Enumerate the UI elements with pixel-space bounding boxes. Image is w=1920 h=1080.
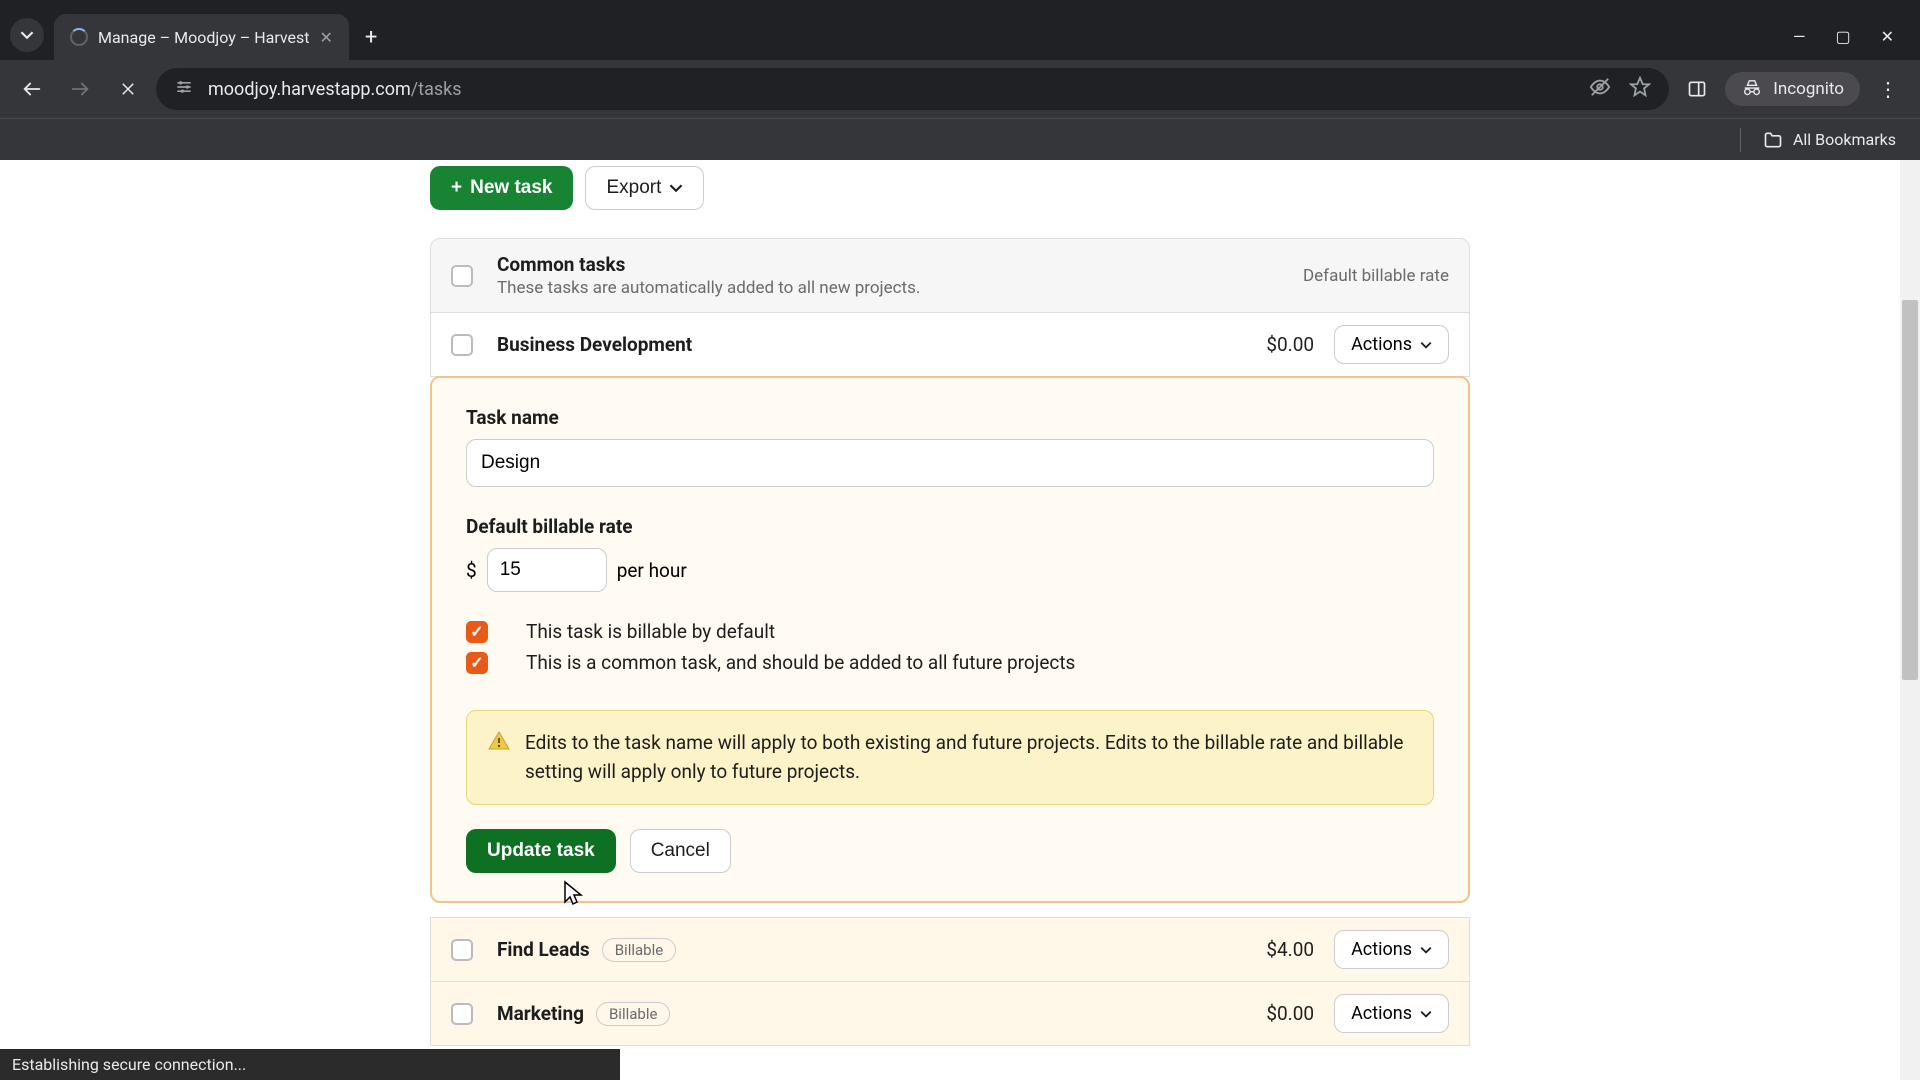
loading-spinner-icon bbox=[70, 28, 88, 46]
plus-icon: + bbox=[451, 177, 462, 199]
task-name-input[interactable] bbox=[466, 439, 1434, 487]
task-row: Marketing Billable $0.00 Actions bbox=[430, 982, 1470, 1046]
warning-icon bbox=[487, 729, 511, 753]
task-actions-button[interactable]: Actions bbox=[1334, 994, 1449, 1033]
chevron-down-icon bbox=[20, 28, 34, 42]
scrollbar-thumb[interactable] bbox=[1902, 300, 1918, 680]
task-name: Marketing bbox=[497, 1002, 584, 1025]
maximize-button[interactable]: ▢ bbox=[1835, 27, 1850, 46]
task-actions-button[interactable]: Actions bbox=[1334, 930, 1449, 969]
arrow-left-icon bbox=[21, 78, 43, 100]
arrow-right-icon bbox=[69, 78, 91, 100]
incognito-icon bbox=[1741, 78, 1763, 100]
common-task-checkbox-label: This is a common task, and should be add… bbox=[526, 651, 1075, 674]
per-hour-label: per hour bbox=[617, 559, 687, 582]
folder-icon bbox=[1763, 130, 1783, 150]
common-task-checkbox[interactable]: ✓ bbox=[466, 652, 488, 674]
billable-badge: Billable bbox=[602, 938, 676, 962]
chevron-down-icon bbox=[1420, 1008, 1432, 1020]
task-checkbox[interactable] bbox=[451, 334, 473, 356]
eye-off-icon[interactable] bbox=[1589, 76, 1611, 103]
browser-menu-button[interactable]: ⋮ bbox=[1868, 69, 1908, 109]
browser-titlebar: Manage – Moodjoy – Harvest ✕ + ― ▢ ✕ bbox=[0, 0, 1920, 60]
forward-button[interactable] bbox=[60, 69, 100, 109]
cancel-button[interactable]: Cancel bbox=[630, 829, 731, 873]
stop-reload-button[interactable] bbox=[108, 69, 148, 109]
browser-status-bar: Establishing secure connection... bbox=[0, 1049, 620, 1080]
side-panel-button[interactable] bbox=[1677, 69, 1717, 109]
warning-message: Edits to the task name will apply to bot… bbox=[466, 710, 1434, 805]
browser-toolbar: moodjoy.harvestapp.com/tasks Incognito ⋮ bbox=[0, 60, 1920, 118]
section-subtitle: These tasks are automatically added to a… bbox=[497, 278, 920, 298]
close-window-button[interactable]: ✕ bbox=[1881, 27, 1894, 46]
rate-input[interactable] bbox=[487, 548, 607, 592]
task-name: Find Leads bbox=[497, 938, 590, 961]
page-actions: + New task Export bbox=[430, 166, 1470, 210]
all-bookmarks-button[interactable]: All Bookmarks bbox=[1793, 130, 1896, 149]
bookmarks-bar: All Bookmarks bbox=[0, 118, 1920, 160]
bookmark-star-icon[interactable] bbox=[1629, 76, 1651, 103]
scrollbar[interactable] bbox=[1900, 160, 1920, 1080]
close-tab-button[interactable]: ✕ bbox=[320, 28, 333, 47]
tab-title: Manage – Moodjoy – Harvest bbox=[98, 28, 310, 47]
export-button[interactable]: Export bbox=[585, 166, 704, 210]
tab-search-button[interactable] bbox=[10, 18, 44, 52]
stop-icon bbox=[119, 80, 137, 98]
browser-tab[interactable]: Manage – Moodjoy – Harvest ✕ bbox=[54, 14, 349, 60]
back-button[interactable] bbox=[12, 69, 52, 109]
new-task-button[interactable]: + New task bbox=[430, 166, 573, 210]
task-checkbox[interactable] bbox=[451, 1003, 473, 1025]
minimize-button[interactable]: ― bbox=[1793, 27, 1806, 46]
site-settings-icon[interactable] bbox=[174, 77, 194, 102]
chevron-down-icon bbox=[669, 181, 683, 195]
billable-checkbox[interactable]: ✓ bbox=[466, 621, 488, 643]
update-task-button[interactable]: Update task bbox=[466, 829, 616, 873]
task-row: Business Development $0.00 Actions bbox=[430, 313, 1470, 377]
currency-symbol: $ bbox=[466, 559, 477, 582]
task-row: Find Leads Billable $4.00 Actions bbox=[430, 917, 1470, 982]
billable-badge: Billable bbox=[596, 1002, 670, 1026]
window-controls: ― ▢ ✕ bbox=[1793, 27, 1920, 46]
panel-icon bbox=[1687, 79, 1707, 99]
task-actions-button[interactable]: Actions bbox=[1334, 325, 1449, 364]
incognito-indicator[interactable]: Incognito bbox=[1725, 72, 1860, 106]
common-tasks-header: Common tasks These tasks are automatical… bbox=[430, 238, 1470, 313]
task-rate: $0.00 bbox=[1266, 1002, 1314, 1025]
url-text: moodjoy.harvestapp.com/tasks bbox=[208, 79, 462, 100]
address-bar[interactable]: moodjoy.harvestapp.com/tasks bbox=[156, 68, 1669, 110]
billable-checkbox-label: This task is billable by default bbox=[526, 620, 775, 643]
section-title: Common tasks bbox=[497, 253, 920, 276]
edit-task-panel: Task name Default billable rate $ per ho… bbox=[430, 376, 1470, 903]
chevron-down-icon bbox=[1420, 944, 1432, 956]
task-checkbox[interactable] bbox=[451, 939, 473, 961]
rate-column-header: Default billable rate bbox=[1303, 266, 1449, 286]
warning-text: Edits to the task name will apply to bot… bbox=[525, 729, 1413, 786]
chevron-down-icon bbox=[1420, 339, 1432, 351]
task-name-label: Task name bbox=[466, 406, 1434, 429]
rate-label: Default billable rate bbox=[466, 515, 1434, 538]
task-rate: $4.00 bbox=[1266, 938, 1314, 961]
task-rate: $0.00 bbox=[1266, 333, 1314, 356]
new-tab-button[interactable]: + bbox=[349, 25, 393, 50]
task-name: Business Development bbox=[497, 333, 692, 356]
select-all-checkbox[interactable] bbox=[451, 265, 473, 287]
